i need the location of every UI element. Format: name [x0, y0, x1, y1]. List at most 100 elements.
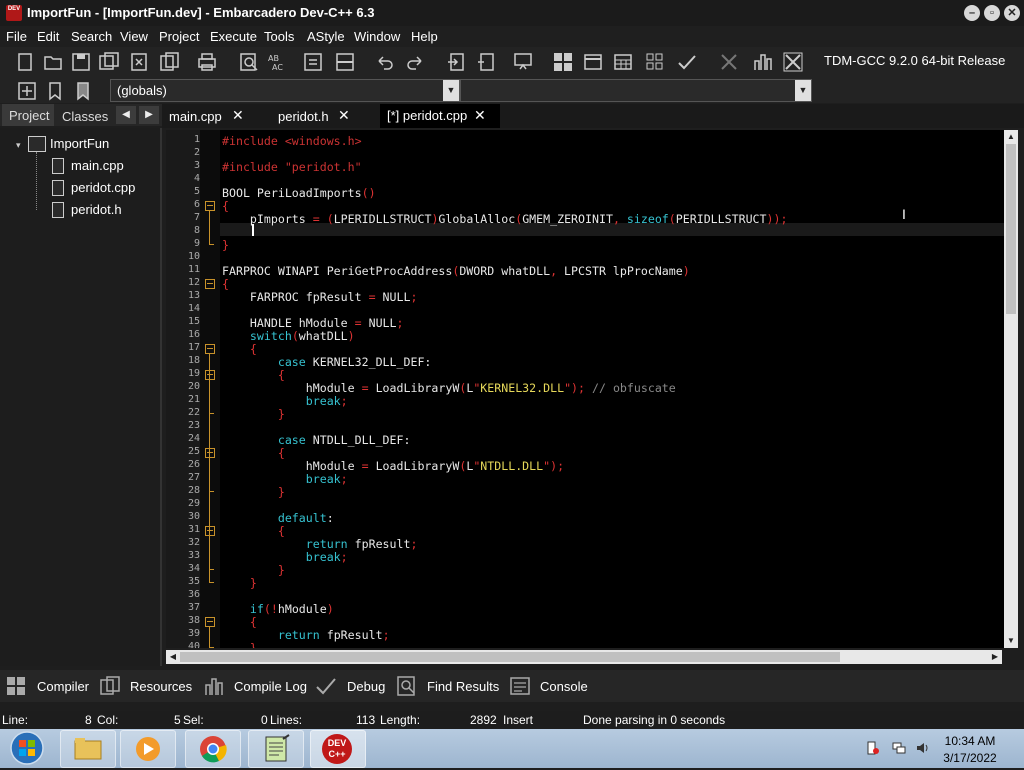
tree-item-main-cpp[interactable]: main.cpp	[71, 158, 124, 173]
debug-icon[interactable]	[512, 51, 534, 73]
code-line[interactable]: #include "peridot.h"	[222, 160, 362, 174]
fold-toggle-icon[interactable]	[205, 344, 215, 354]
notepad-taskbar-button[interactable]	[248, 730, 304, 768]
code-line[interactable]	[222, 225, 250, 239]
tab-compile-log[interactable]: Compile Log	[234, 679, 307, 694]
chevron-right-icon[interactable]: ▶	[139, 106, 159, 124]
tab-resources[interactable]: Resources	[130, 679, 192, 694]
code-line[interactable]: }	[222, 238, 229, 252]
code-line[interactable]: }	[222, 576, 257, 590]
action-center-icon[interactable]	[866, 741, 880, 755]
volume-icon[interactable]	[916, 741, 930, 755]
chevron-down-icon[interactable]: ▼	[795, 80, 811, 101]
close-all-icon[interactable]	[158, 51, 180, 73]
tab-compiler[interactable]: Compiler	[37, 679, 89, 694]
close-icon[interactable]: ✕	[338, 107, 350, 124]
find-icon[interactable]	[238, 51, 260, 73]
close-icon[interactable]	[128, 51, 150, 73]
code-line[interactable]: case NTDLL_DLL_DEF:	[222, 433, 411, 447]
code-line[interactable]: switch(whatDLL)	[222, 329, 355, 343]
fold-toggle-icon[interactable]	[205, 526, 215, 536]
tab-debug[interactable]: Debug	[347, 679, 385, 694]
tab-peridot-cpp[interactable]: [*] peridot.cpp ✕	[380, 104, 500, 128]
clock-time[interactable]: 10:34 AM	[940, 734, 1000, 748]
tab-console[interactable]: Console	[540, 679, 588, 694]
layout-icon[interactable]	[552, 51, 574, 73]
code-line[interactable]: if(!hModule)	[222, 602, 334, 616]
code-line[interactable]: }	[222, 563, 285, 577]
code-line[interactable]: }	[222, 641, 257, 648]
redo-icon[interactable]	[404, 51, 426, 73]
clock-date[interactable]: 3/17/2022	[940, 751, 1000, 765]
scroll-right-icon[interactable]: ▶	[988, 650, 1002, 664]
tree-root[interactable]: ImportFun	[50, 136, 109, 151]
code-line[interactable]: {	[222, 199, 229, 213]
close-icon[interactable]: ✕	[232, 107, 244, 124]
compiler-selector[interactable]: TDM-GCC 9.2.0 64-bit Release	[818, 50, 1024, 72]
code-line[interactable]: }	[222, 407, 285, 421]
devcpp-app-icon[interactable]: DEV	[6, 5, 22, 21]
code-line[interactable]: {	[222, 277, 229, 291]
check-icon[interactable]	[644, 51, 666, 73]
vertical-scrollbar[interactable]: ▲ ▼	[1004, 130, 1018, 648]
run-icon[interactable]	[476, 51, 498, 73]
code-line[interactable]: default:	[222, 511, 334, 525]
replace-icon[interactable]: AB AC	[266, 51, 288, 73]
menu-search[interactable]: Search	[71, 29, 112, 44]
code-line[interactable]: pImports = (LPERIDLLSTRUCT)GlobalAlloc(G…	[222, 212, 788, 226]
new-file-icon[interactable]	[14, 51, 36, 73]
bookmark-icon[interactable]	[44, 80, 66, 102]
insert-icon[interactable]	[16, 80, 38, 102]
code-line[interactable]: hModule = LoadLibraryW(L"KERNEL32.DLL");…	[222, 381, 676, 395]
open-icon[interactable]	[42, 51, 64, 73]
globals-dropdown[interactable]: (globals) ▼	[110, 79, 460, 102]
code-line[interactable]: {	[222, 446, 285, 460]
chart-icon[interactable]	[718, 51, 740, 73]
compile-icon[interactable]	[446, 51, 468, 73]
fold-toggle-icon[interactable]	[205, 370, 215, 380]
code-editor[interactable]: 1 2 3 4 5 6 7 8 9 10 11 12 13 14 15 16 17 18 19 20 21 22 23 24 2…	[166, 130, 1004, 648]
tab-find-results[interactable]: Find Results	[427, 679, 499, 694]
undo-icon[interactable]	[374, 51, 396, 73]
tab-project-label[interactable]: Project	[9, 108, 49, 123]
menu-execute[interactable]: Execute	[210, 29, 257, 44]
menu-window[interactable]: Window	[354, 29, 400, 44]
minimize-button[interactable]: –	[964, 5, 980, 21]
tab-classes[interactable]: Classes	[62, 109, 108, 124]
indent-icon[interactable]	[302, 51, 324, 73]
code-line[interactable]: HANDLE hModule = NULL;	[222, 316, 404, 330]
code-line[interactable]: case KERNEL32_DLL_DEF:	[222, 355, 432, 369]
grid-icon[interactable]	[612, 51, 634, 73]
network-icon[interactable]	[892, 741, 906, 755]
abort-icon[interactable]	[752, 51, 774, 73]
code-line[interactable]: FARPROC WINAPI PeriGetProcAddress(DWORD …	[222, 264, 690, 278]
menu-file[interactable]: File	[6, 29, 27, 44]
menu-help[interactable]: Help	[411, 29, 438, 44]
menu-tools[interactable]: Tools	[264, 29, 294, 44]
chrome-taskbar-button[interactable]	[185, 730, 241, 768]
scroll-up-icon[interactable]: ▲	[1004, 130, 1018, 144]
scroll-down-icon[interactable]: ▼	[1004, 634, 1018, 648]
horizontal-scrollbar[interactable]: ◀ ▶	[166, 650, 1002, 664]
save-icon[interactable]	[70, 51, 92, 73]
menu-astyle[interactable]: AStyle	[307, 29, 345, 44]
scroll-left-icon[interactable]: ◀	[166, 650, 180, 664]
close-window-button[interactable]: ✕	[1004, 5, 1020, 21]
code-line[interactable]: hModule = LoadLibraryW(L"NTDLL.DLL");	[222, 459, 564, 473]
fold-toggle-icon[interactable]	[205, 279, 215, 289]
print-icon[interactable]	[196, 51, 218, 73]
code-line[interactable]: {	[222, 524, 285, 538]
tree-item-peridot-h[interactable]: peridot.h	[71, 202, 122, 217]
code-line[interactable]: return fpResult;	[222, 628, 390, 642]
unindent-icon[interactable]	[334, 51, 356, 73]
function-dropdown[interactable]: ▼	[460, 79, 812, 102]
devcpp-taskbar-button[interactable]: DEV C++	[310, 730, 366, 768]
code-line[interactable]: break;	[222, 394, 348, 408]
menu-project[interactable]: Project	[159, 29, 199, 44]
restore-button[interactable]: ▫	[984, 5, 1000, 21]
vertical-scroll-thumb[interactable]	[1006, 144, 1016, 314]
code-line[interactable]: {	[222, 342, 257, 356]
menu-view[interactable]: View	[120, 29, 148, 44]
windows-start-icon[interactable]	[2, 730, 52, 766]
fold-toggle-icon[interactable]	[205, 201, 215, 211]
